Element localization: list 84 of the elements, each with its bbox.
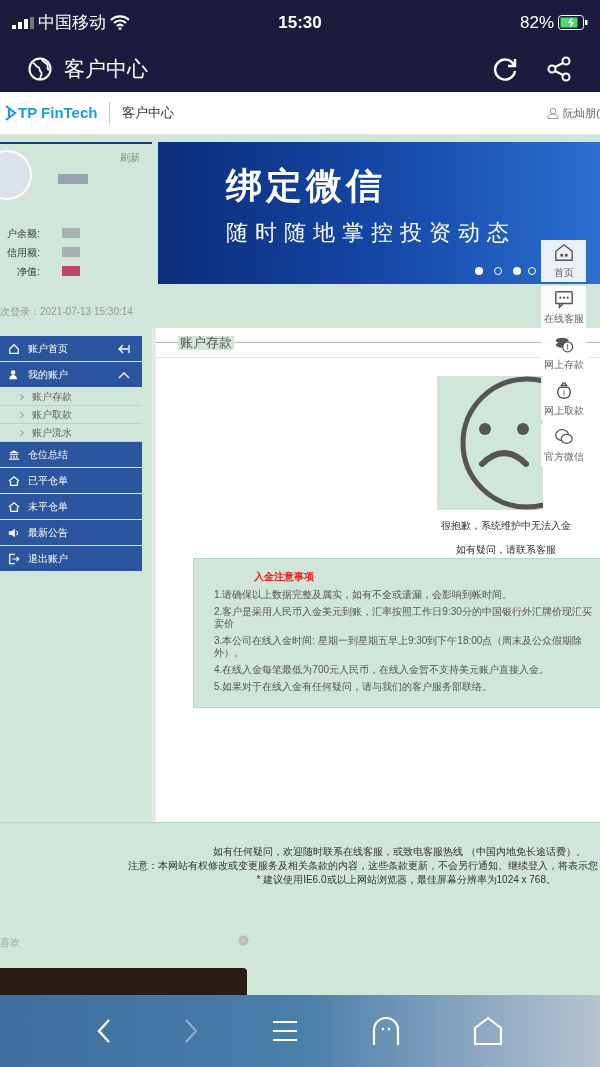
- refresh-icon[interactable]: [492, 55, 518, 82]
- submenu-item[interactable]: 账户取款: [32, 407, 72, 422]
- speaker-icon: [8, 526, 20, 539]
- signal-icon: [12, 16, 34, 29]
- section-title: 客户中心: [122, 104, 176, 123]
- wifi-icon: [110, 15, 130, 30]
- field-label: 户余额:: [7, 227, 40, 241]
- quick-link[interactable]: 在线客服: [541, 286, 586, 328]
- quick-link-label: 网上取款: [543, 403, 584, 418]
- chat-bubbles-icon: [553, 426, 574, 447]
- user-name[interactable]: 阮灿朋(: [563, 104, 600, 122]
- menu-label: 未平仓单: [28, 500, 69, 514]
- footer-text: * 建议使用IE6.0或以上网站浏览器，最佳屏幕分辨率为1024 x 768。: [256, 873, 556, 886]
- quick-link-label: 首页: [553, 265, 574, 280]
- field-label: 信用额:: [7, 246, 40, 260]
- user-icon: [547, 107, 560, 119]
- maintenance-message: 很抱歉，系统维护中无法入金: [440, 519, 572, 533]
- notice-text: 1.请确保以上数据完整及属实，如有不全或遗漏，会影响到帐时间。: [214, 589, 514, 601]
- house-icon: [553, 242, 574, 263]
- footer-text: 注意：本网站有权修改或变更服务及相关条款的内容，这些条款更新，不会另行通知。继续登入，将表示您: [128, 859, 598, 872]
- share-icon[interactable]: [546, 55, 572, 82]
- redacted-block: [62, 266, 80, 276]
- chevron-right-icon: [20, 393, 24, 400]
- collapse-icon[interactable]: [118, 343, 130, 354]
- redacted-block: [62, 228, 80, 238]
- contact-message: 如有疑问，请联系客服: [455, 543, 557, 557]
- battery-icon: [558, 15, 588, 30]
- submenu-item[interactable]: 账户流水: [32, 425, 72, 440]
- notice-text: 3.本公司在线入金时间: 星期一到星期五早上9:30到下午18:00点（周末及公众假期除外）。: [214, 635, 584, 659]
- house-icon: [8, 500, 20, 513]
- person-icon: [8, 368, 20, 381]
- quick-link-label: 在线客服: [543, 311, 584, 326]
- menu-label: 最新公告: [28, 526, 69, 540]
- app-title: 客户中心: [64, 55, 149, 82]
- notice-title: 入金注意事项: [253, 570, 315, 584]
- menu-item[interactable]: 我的账户: [0, 362, 142, 387]
- exit-icon: [8, 552, 20, 565]
- menu-label: 已平仓单: [28, 474, 69, 488]
- quick-link[interactable]: 官方微信: [541, 424, 586, 466]
- quick-link[interactable]: 网上取款: [541, 378, 586, 420]
- menu-item[interactable]: 最新公告: [0, 520, 142, 545]
- notice-text: 5.如果对于在线入金有任何疑问，请与我们的客户服务部联络。: [214, 681, 494, 693]
- quick-link-label: 网上存款: [543, 357, 584, 372]
- menu-item[interactable]: 未平仓单: [0, 494, 142, 519]
- ghost-icon[interactable]: [371, 1016, 400, 1046]
- menu-item[interactable]: 退出账户: [0, 546, 142, 571]
- quick-link-label: 官方微信: [543, 449, 584, 464]
- page-title: 账户存款: [178, 335, 234, 350]
- globe-icon[interactable]: [28, 56, 52, 81]
- sad-face-icon: [437, 376, 543, 510]
- redacted-block: [62, 247, 80, 257]
- back-icon[interactable]: [96, 1018, 111, 1044]
- menu-label: 退出账户: [28, 552, 69, 566]
- quick-link[interactable]: 首页: [541, 240, 586, 282]
- menu-label: 账户首页: [28, 342, 69, 356]
- logo-icon: [4, 104, 18, 122]
- chevron-up-icon[interactable]: [118, 370, 130, 379]
- menu-item[interactable]: 已平仓单: [0, 468, 142, 493]
- photo-placeholder[interactable]: [0, 968, 247, 996]
- notice-text: 2.客户是采用人民币入金美元到账，汇率按照工作日9:30分的中国银行外汇牌价现汇买卖价: [214, 606, 593, 630]
- home-icon: [8, 342, 20, 355]
- redacted-block: [58, 174, 88, 184]
- battery-percentage: 82%: [519, 11, 554, 34]
- submenu-item[interactable]: 账户存款: [32, 389, 72, 404]
- banner-headline: 绑定微信: [226, 164, 387, 208]
- carousel-dots-drawing: [474, 266, 536, 276]
- bank-icon: [8, 448, 20, 461]
- footer-text: 如有任何疑问，欢迎随时联系在线客服，或致电客服热线 （中国内地免长途话费）。: [213, 845, 586, 858]
- banner-subline: 随时随地掌控投资动态: [226, 219, 517, 247]
- menu-label: 仓位总结: [28, 448, 69, 462]
- chat-bubble-icon: [553, 288, 574, 309]
- last-login-text: 次登录：2021-07-13 15:30:14: [0, 305, 133, 319]
- field-label: 净值:: [17, 265, 40, 279]
- status-time: 15:30: [277, 11, 323, 34]
- menu-item[interactable]: 账户首页: [0, 336, 142, 361]
- menu-item[interactable]: 仓位总结: [0, 442, 142, 467]
- menu-icon[interactable]: [272, 1020, 298, 1042]
- chevron-right-icon: [20, 411, 24, 418]
- house-icon: [8, 474, 20, 487]
- menu-label: 我的账户: [28, 368, 69, 382]
- chevron-right-icon: [20, 429, 24, 436]
- carrier-name: 中国移动: [38, 11, 106, 34]
- brand-name: TP FinTech: [18, 101, 111, 125]
- notice-text: 4.在线入金每笔最低为700元人民币，在线入金暂不支持美元账户直接入金。: [214, 664, 551, 676]
